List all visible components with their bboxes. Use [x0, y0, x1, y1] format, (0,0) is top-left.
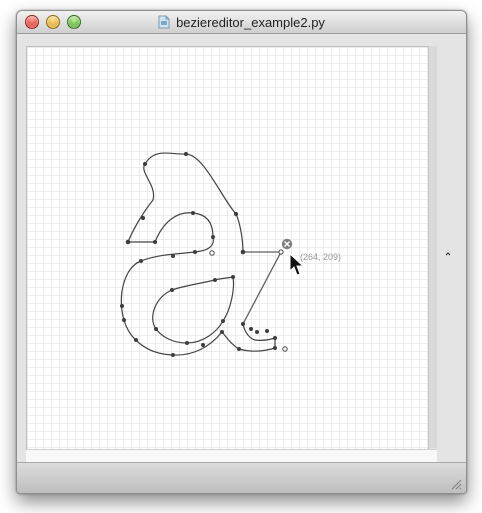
anchor-point[interactable] [265, 329, 269, 333]
delete-handle-icon[interactable] [281, 238, 293, 250]
python-file-icon [158, 15, 170, 29]
control-point[interactable] [209, 250, 215, 256]
control-point[interactable] [282, 346, 288, 352]
anchor-point[interactable] [120, 304, 124, 308]
side-panel-strip [428, 46, 437, 448]
anchor-point[interactable] [273, 346, 277, 350]
anchor-point[interactable] [240, 321, 246, 327]
zoom-button[interactable] [67, 15, 81, 29]
window-title-wrap: beziereditor_example2.py [17, 11, 466, 33]
anchor-point[interactable] [170, 288, 174, 292]
anchor-point[interactable] [249, 327, 253, 331]
anchor-point[interactable] [134, 338, 138, 342]
control-point[interactable] [278, 249, 284, 255]
anchor-point[interactable] [140, 215, 146, 221]
title-bar[interactable]: beziereditor_example2.py [17, 11, 466, 34]
app-window: beziereditor_example2.py (264, 209) [16, 10, 467, 494]
anchor-point[interactable] [171, 254, 175, 258]
anchor-point[interactable] [255, 330, 259, 334]
minimize-button[interactable] [46, 15, 60, 29]
anchor-point[interactable] [240, 249, 246, 255]
anchor-point[interactable] [193, 250, 197, 254]
anchor-point[interactable] [220, 330, 224, 334]
anchor-point[interactable] [171, 353, 175, 357]
status-strip [26, 449, 437, 462]
anchor-point[interactable] [154, 327, 158, 331]
editor-content[interactable]: (264, 209) [26, 46, 429, 450]
anchor-point[interactable] [231, 275, 235, 279]
anchor-point[interactable] [237, 347, 241, 351]
anchor-point[interactable] [273, 336, 277, 340]
anchor-point[interactable] [183, 151, 189, 157]
close-button[interactable] [25, 15, 39, 29]
anchor-point[interactable] [201, 343, 205, 347]
window-title: beziereditor_example2.py [176, 14, 325, 30]
anchor-point[interactable] [185, 341, 189, 345]
anchor-point[interactable] [139, 259, 143, 263]
anchor-point[interactable] [153, 240, 157, 244]
splitter-handle-icon[interactable] [445, 251, 451, 257]
grid-background [27, 47, 428, 449]
cursor-coordinates: (264, 209) [300, 252, 341, 262]
anchor-point[interactable] [221, 319, 225, 323]
window-bottom-bar [17, 462, 466, 493]
anchor-point[interactable] [191, 211, 195, 215]
bezier-canvas[interactable]: (264, 209) [27, 47, 428, 449]
anchor-point[interactable] [211, 235, 215, 239]
anchor-point[interactable] [125, 239, 131, 245]
anchor-point[interactable] [122, 318, 126, 322]
anchor-point[interactable] [233, 211, 239, 217]
anchor-point[interactable] [142, 161, 148, 167]
resize-grip-icon[interactable] [448, 476, 462, 490]
anchor-point[interactable] [213, 278, 217, 282]
